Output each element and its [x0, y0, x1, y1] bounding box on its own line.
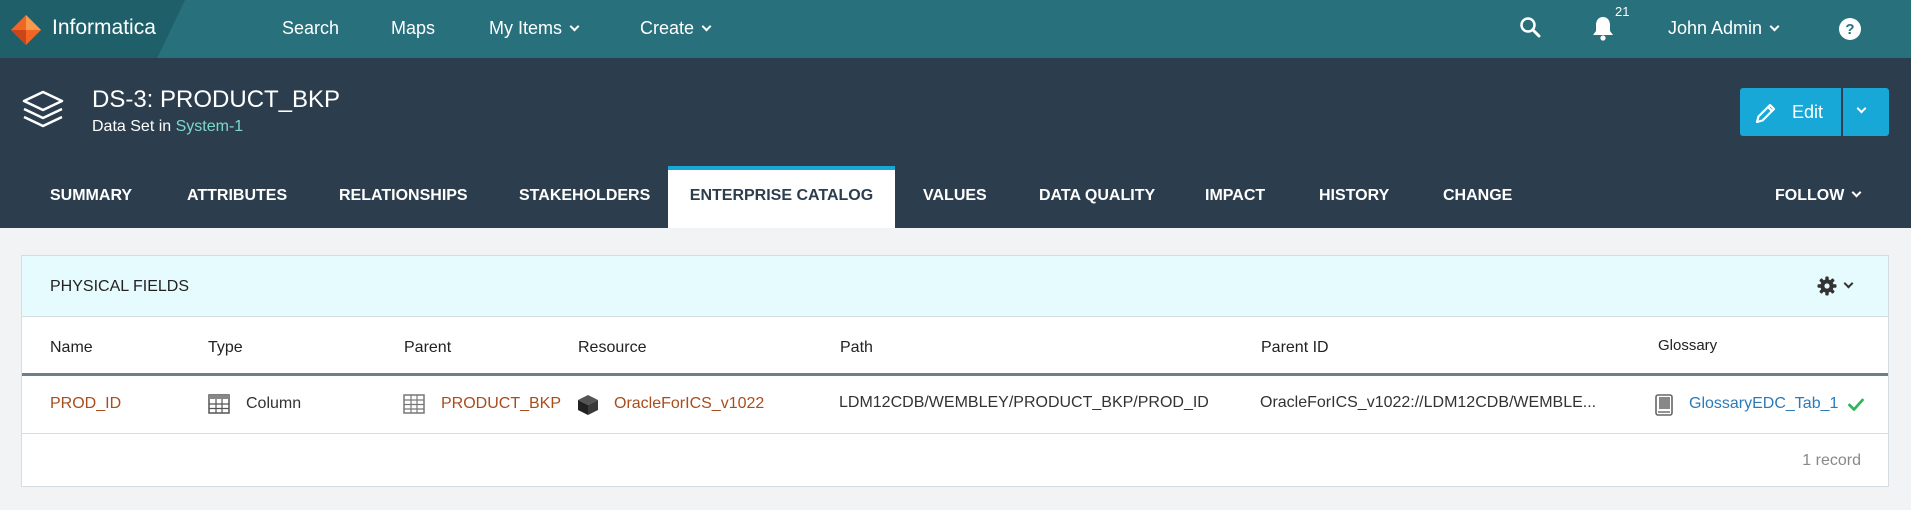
table-icon: [403, 394, 425, 414]
field-name-link[interactable]: PROD_ID: [50, 395, 121, 413]
type-cell: Column: [208, 394, 302, 414]
resource-label: OracleForICS_v1022: [614, 395, 765, 412]
chevron-down-icon[interactable]: [1843, 278, 1854, 289]
user-name: John Admin: [1668, 18, 1763, 38]
parent-label: PRODUCT_BKP: [441, 395, 562, 412]
tab-data-quality[interactable]: DATA QUALITY: [1039, 166, 1155, 228]
follow-menu[interactable]: FOLLOW: [1775, 187, 1862, 205]
column-header-path[interactable]: Path: [840, 339, 873, 357]
path-value: LDM12CDB/WEMBLEY/PRODUCT_BKP/PROD_ID: [839, 394, 1209, 411]
nav-search[interactable]: Search: [282, 18, 339, 39]
tab-change[interactable]: CHANGE: [1443, 166, 1512, 228]
search-icon[interactable]: [1519, 16, 1541, 38]
tab-stakeholders[interactable]: STAKEHOLDERS: [519, 166, 650, 228]
app-logo[interactable]: Informatica: [0, 0, 185, 58]
tab-relationships[interactable]: RELATIONSHIPS: [339, 166, 468, 228]
gear-icon[interactable]: [1817, 276, 1837, 296]
nav-create-label: Create: [640, 18, 695, 38]
user-menu[interactable]: John Admin: [1668, 18, 1780, 39]
nav-my-items-label: My Items: [489, 18, 563, 38]
type-label: Column: [246, 395, 302, 412]
layers-icon: [22, 90, 64, 128]
column-header-parent-id[interactable]: Parent ID: [1261, 339, 1329, 357]
pencil-icon: [1755, 103, 1776, 124]
page-title: DS-3: PRODUCT_BKP: [92, 86, 341, 113]
physical-fields-panel: PHYSICAL FIELDS Name Type Parent Resourc…: [21, 255, 1889, 487]
table-column-icon: [208, 394, 230, 414]
column-header-glossary[interactable]: Glossary: [1658, 337, 1717, 354]
chevron-down-icon: [569, 21, 580, 32]
tab-enterprise-catalog[interactable]: ENTERPRISE CATALOG: [668, 166, 895, 228]
nav-my-items[interactable]: My Items: [489, 18, 580, 39]
app-name: Informatica: [52, 16, 156, 39]
column-header-parent[interactable]: Parent: [404, 339, 451, 357]
edit-dropdown-button[interactable]: [1843, 88, 1889, 136]
column-header-resource[interactable]: Resource: [578, 339, 646, 357]
nav-create[interactable]: Create: [640, 18, 712, 39]
chevron-down-icon: [701, 21, 712, 32]
edit-button[interactable]: Edit: [1740, 88, 1841, 136]
record-count: 1 record: [1802, 452, 1861, 469]
svg-text:?: ?: [1845, 21, 1854, 38]
system-link[interactable]: System-1: [176, 118, 244, 135]
resource-link[interactable]: OracleForICS_v1022: [577, 395, 765, 415]
column-header-type[interactable]: Type: [208, 339, 243, 357]
chevron-down-icon: [1851, 187, 1862, 198]
entity-header: DS-3: PRODUCT_BKP Data Set in System-1 E…: [0, 58, 1911, 228]
bell-icon[interactable]: [1591, 15, 1615, 41]
follow-label: FOLLOW: [1775, 187, 1845, 204]
book-icon: [1655, 394, 1673, 416]
top-navbar: Informatica Search Maps My Items Create …: [0, 0, 1911, 58]
panel-title: PHYSICAL FIELDS: [50, 278, 190, 295]
nav-maps[interactable]: Maps: [391, 18, 435, 39]
table-header: Name Type Parent Resource Path Parent ID…: [22, 318, 1888, 376]
help-icon[interactable]: ?: [1838, 17, 1862, 41]
page-subtitle: Data Set in System-1: [92, 118, 243, 136]
table-row: PROD_ID Column PRODUCT_BKP OracleForICS_…: [22, 376, 1888, 434]
chevron-down-icon: [1856, 103, 1867, 114]
tab-attributes[interactable]: ATTRIBUTES: [187, 166, 287, 228]
tab-bar: SUMMARY ATTRIBUTES RELATIONSHIPS STAKEHO…: [0, 166, 1911, 228]
glossary-label: GlossaryEDC_Tab_1: [1689, 395, 1839, 412]
subtitle-prefix: Data Set in: [92, 118, 172, 135]
tab-history[interactable]: HISTORY: [1319, 166, 1389, 228]
glossary-link[interactable]: GlossaryEDC_Tab_1: [1654, 394, 1839, 416]
edit-label: Edit: [1792, 102, 1824, 122]
informatica-logo-icon: [11, 15, 41, 45]
tab-impact[interactable]: IMPACT: [1205, 166, 1265, 228]
tab-values[interactable]: VALUES: [923, 166, 987, 228]
column-header-name[interactable]: Name: [50, 339, 93, 357]
chevron-down-icon: [1769, 21, 1780, 32]
cube-icon: [578, 395, 598, 415]
checkmark-icon: [1848, 398, 1864, 411]
parent-id-value: OracleForICS_v1022://LDM12CDB/WEMBLE...: [1260, 394, 1597, 411]
tab-summary[interactable]: SUMMARY: [50, 166, 132, 228]
panel-header: PHYSICAL FIELDS: [22, 256, 1888, 317]
parent-link[interactable]: PRODUCT_BKP: [403, 394, 562, 414]
notification-count-badge: 21: [1615, 4, 1630, 19]
